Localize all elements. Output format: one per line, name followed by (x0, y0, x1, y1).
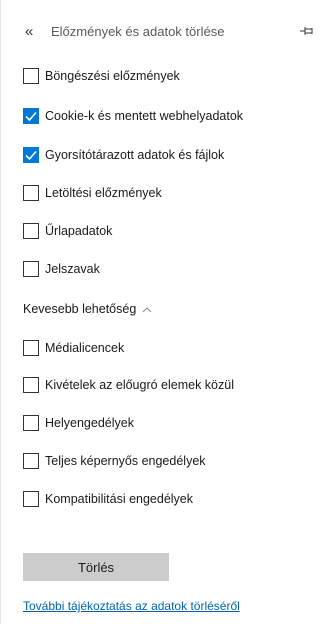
option-label: Kompatibilitási engedélyek (45, 492, 194, 506)
checkbox[interactable] (23, 340, 39, 356)
checkbox[interactable] (23, 453, 39, 469)
clear-button[interactable]: Törlés (23, 553, 169, 581)
show-less-label: Kevesebb lehetőség (23, 302, 137, 316)
checkbox[interactable] (23, 223, 39, 239)
checkbox[interactable] (23, 185, 39, 201)
option-compatibility-permissions[interactable]: Kompatibilitási engedélyek (23, 490, 193, 508)
option-label: Teljes képernyős engedélyek (45, 454, 206, 468)
checkbox[interactable] (23, 415, 39, 431)
option-form-data[interactable]: Űrlapadatok (23, 222, 112, 240)
checkbox[interactable] (23, 261, 39, 277)
option-label: Kivételek az előugró elemek közül (45, 378, 234, 392)
pin-icon[interactable] (299, 24, 315, 38)
back-button[interactable]: « (25, 22, 33, 42)
option-label: Gyorsítótárazott adatok és fájlok (45, 148, 225, 162)
option-label: Űrlapadatok (45, 224, 113, 238)
panel-header: « Előzmények és adatok törlése (1, 0, 317, 64)
option-browsing-history[interactable]: Böngészési előzmények (23, 67, 180, 85)
option-label: Médialicencek (45, 341, 125, 355)
checkbox[interactable] (23, 68, 39, 84)
checkbox[interactable] (23, 377, 39, 393)
option-download-history[interactable]: Letöltési előzmények (23, 184, 162, 202)
option-media-licenses[interactable]: Médialicencek (23, 339, 124, 357)
chevron-up-icon (142, 302, 152, 316)
option-popup-exceptions[interactable]: Kivételek az előugró elemek közül (23, 376, 234, 394)
option-label: Helyengedélyek (45, 416, 134, 430)
clear-browsing-data-panel: « Előzmények és adatok törlése Böngészés… (0, 0, 316, 624)
option-cached-data[interactable]: Gyorsítótárazott adatok és fájlok (23, 146, 224, 164)
option-fullscreen-permissions[interactable]: Teljes képernyős engedélyek (23, 452, 206, 470)
option-location-permissions[interactable]: Helyengedélyek (23, 414, 134, 432)
option-passwords[interactable]: Jelszavak (23, 260, 100, 278)
checkbox-checked[interactable] (23, 108, 39, 124)
option-label: Cookie-k és mentett webhelyadatok (45, 109, 244, 123)
option-label: Böngészési előzmények (45, 69, 180, 83)
learn-more-link[interactable]: További tájékoztatás az adatok törlésérő… (23, 599, 240, 613)
option-label: Letöltési előzmények (45, 186, 162, 200)
option-cookies[interactable]: Cookie-k és mentett webhelyadatok (23, 107, 243, 125)
checkbox-checked[interactable] (23, 147, 39, 163)
panel-title: Előzmények és adatok törlése (51, 24, 225, 39)
checkbox[interactable] (23, 491, 39, 507)
option-label: Jelszavak (45, 262, 100, 276)
show-less-toggle[interactable]: Kevesebb lehetőség (23, 302, 152, 316)
